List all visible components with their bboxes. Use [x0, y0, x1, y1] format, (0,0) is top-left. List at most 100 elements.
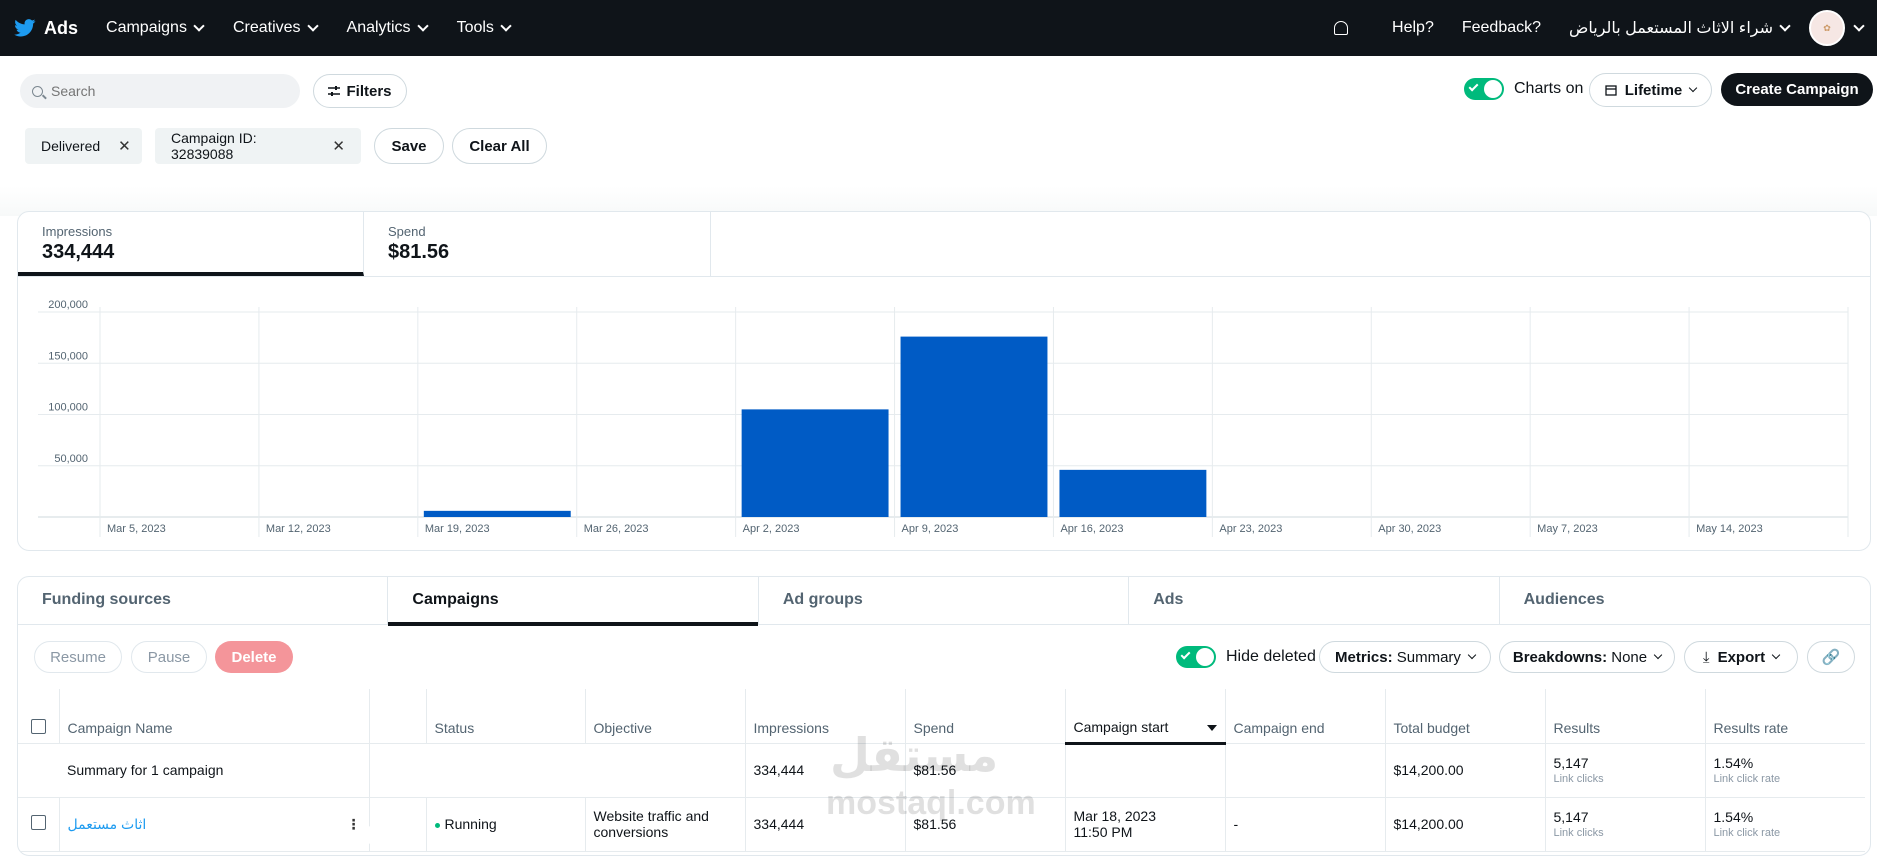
export-label: Export — [1717, 648, 1766, 666]
chevron-down-icon — [193, 20, 205, 32]
x-tick-label: Apr 16, 2023 — [1060, 523, 1123, 535]
tab-ads[interactable]: Ads — [1129, 577, 1500, 625]
close-icon[interactable]: ✕ — [332, 137, 345, 155]
save-label: Save — [391, 137, 427, 155]
bar — [1059, 469, 1207, 517]
filter-chip-campaign-id: Campaign ID: 32839088 ✕ — [155, 128, 361, 164]
row-results-value: 5,147 — [1553, 809, 1589, 825]
export-button[interactable]: ⤓ Export — [1684, 641, 1798, 673]
breakdowns-dropdown[interactable]: Breakdowns: None — [1499, 641, 1675, 673]
tab-funding-sources[interactable]: Funding sources — [18, 577, 389, 625]
clear-all-label: Clear All — [469, 137, 530, 155]
chevron-down-icon — [1467, 650, 1477, 660]
metrics-key: Metrics: — [1335, 648, 1393, 666]
metric-tab-impressions[interactable]: Impressions 334,444 — [18, 212, 364, 276]
feedback-link[interactable]: Feedback? — [1462, 19, 1541, 37]
hide-deleted-switch[interactable] — [1176, 646, 1216, 668]
summary-empty — [1225, 743, 1386, 798]
nav-creatives[interactable]: Creatives — [232, 19, 319, 37]
close-icon[interactable]: ✕ — [118, 137, 131, 155]
summary-empty — [369, 743, 426, 798]
delete-button[interactable]: Delete — [215, 641, 293, 673]
search-input[interactable] — [51, 83, 281, 99]
chip-label: Campaign ID: 32839088 — [171, 130, 257, 162]
share-link-button[interactable]: 🔗 — [1807, 641, 1855, 673]
select-all-checkbox[interactable] — [30, 718, 46, 734]
bar — [741, 409, 889, 517]
hide-deleted-toggle[interactable]: Hide deleted — [1176, 646, 1316, 668]
table-header-row: Campaign Name Status Objective Impressio… — [18, 689, 1865, 745]
nav-campaigns-label: Campaigns — [106, 19, 187, 36]
row-checkbox[interactable] — [30, 815, 46, 830]
y-tick-label: 50,000 — [54, 453, 88, 465]
sliders-icon — [328, 86, 341, 96]
campaign-name-link[interactable]: اثاث مستعمل — [68, 816, 147, 832]
nav-analytics-label: Analytics — [346, 19, 411, 36]
chevron-down-icon[interactable] — [1779, 20, 1791, 32]
nav-tools[interactable]: Tools — [457, 19, 512, 37]
chip-label: Delivered — [41, 138, 101, 154]
impressions-value: 334,444 — [42, 241, 115, 263]
help-link[interactable]: Help? — [1392, 19, 1434, 37]
bell-icon[interactable] — [1334, 21, 1349, 35]
save-button[interactable]: Save — [374, 128, 444, 164]
chevron-down-icon[interactable] — [1853, 20, 1865, 32]
col-impressions[interactable]: Impressions — [745, 689, 906, 744]
create-campaign-button[interactable]: Create Campaign — [1721, 73, 1873, 106]
col-objective[interactable]: Objective — [585, 689, 746, 744]
breakdowns-value: None — [1611, 648, 1648, 666]
filters-button[interactable]: Filters — [313, 74, 407, 108]
row-status: Running — [426, 797, 586, 852]
metric-tab-spend[interactable]: Spend $81.56 — [364, 212, 711, 276]
summary-impressions: 334,444 — [745, 743, 906, 798]
summary-row: Summary for 1 campaign 334,444 $81.56 $1… — [18, 743, 1865, 798]
pause-button[interactable]: Pause — [131, 641, 207, 673]
summary-empty — [426, 743, 585, 798]
table-row[interactable]: اثاث مستعمل ⋮ Running Website traffic and… — [18, 797, 1865, 852]
row-results: 5,147 Link clicks — [1545, 797, 1706, 852]
row-end: - — [1225, 797, 1386, 852]
entity-tabs-card: Funding sources Campaigns Ad groups Ads … — [17, 576, 1871, 856]
topbar-right: Help? Feedback? شراء الاثاث المستعمل بال… — [1334, 0, 1865, 56]
calendar-icon — [1605, 85, 1617, 96]
lifetime-dropdown[interactable]: Lifetime — [1589, 73, 1712, 107]
nav-analytics[interactable]: Analytics — [346, 19, 429, 37]
resume-button[interactable]: Resume — [34, 641, 122, 673]
nav-creatives-label: Creatives — [232, 19, 301, 36]
col-results[interactable]: Results — [1545, 689, 1706, 744]
filter-chip-delivered: Delivered ✕ — [25, 128, 142, 164]
col-status[interactable]: Status — [426, 689, 586, 744]
metrics-dropdown[interactable]: Metrics: Summary — [1319, 641, 1491, 673]
row-toggle-cell — [369, 797, 427, 852]
row-objective: Website traffic and conversions — [585, 797, 746, 852]
sort-desc-icon — [1206, 725, 1217, 732]
col-total-budget[interactable]: Total budget — [1385, 689, 1546, 744]
search-box[interactable] — [20, 74, 300, 108]
tab-ad-groups[interactable]: Ad groups — [759, 577, 1130, 625]
row-rate-sub: Link click rate — [1713, 827, 1781, 839]
col-spend[interactable]: Spend — [905, 689, 1066, 744]
bar — [423, 510, 571, 517]
col-campaign-start[interactable]: Campaign start — [1065, 689, 1226, 745]
chevron-down-icon — [1771, 650, 1781, 660]
col-results-rate[interactable]: Results rate — [1705, 689, 1865, 744]
tab-campaigns[interactable]: Campaigns — [388, 577, 759, 626]
ads-logo[interactable]: Ads — [14, 18, 78, 39]
chart-card: Impressions 334,444 Spend $81.56 50,000 1… — [17, 211, 1871, 551]
entity-tabs: Funding sources Campaigns Ad groups Ads … — [18, 577, 1870, 626]
avatar[interactable]: ✿ — [1809, 10, 1845, 46]
campaigns-table: Campaign Name Status Objective Impressio… — [18, 689, 1865, 852]
account-name[interactable]: شراء الاثاث المستعمل بالرياض — [1569, 18, 1773, 38]
summary-results-sub: Link clicks — [1553, 773, 1604, 785]
charts-toggle-switch[interactable] — [1464, 78, 1504, 100]
col-campaign-end[interactable]: Campaign end — [1225, 689, 1386, 744]
x-tick-label: May 14, 2023 — [1696, 523, 1763, 535]
x-tick-label: May 7, 2023 — [1537, 523, 1598, 535]
impressions-label: Impressions — [42, 224, 113, 239]
nav-campaigns[interactable]: Campaigns — [106, 19, 205, 37]
col-campaign-name[interactable]: Campaign Name — [59, 689, 370, 744]
tab-audiences[interactable]: Audiences — [1500, 577, 1870, 625]
bird-logo-icon — [14, 19, 36, 37]
charts-toggle[interactable]: Charts on — [1464, 78, 1583, 100]
clear-all-button[interactable]: Clear All — [452, 128, 547, 164]
